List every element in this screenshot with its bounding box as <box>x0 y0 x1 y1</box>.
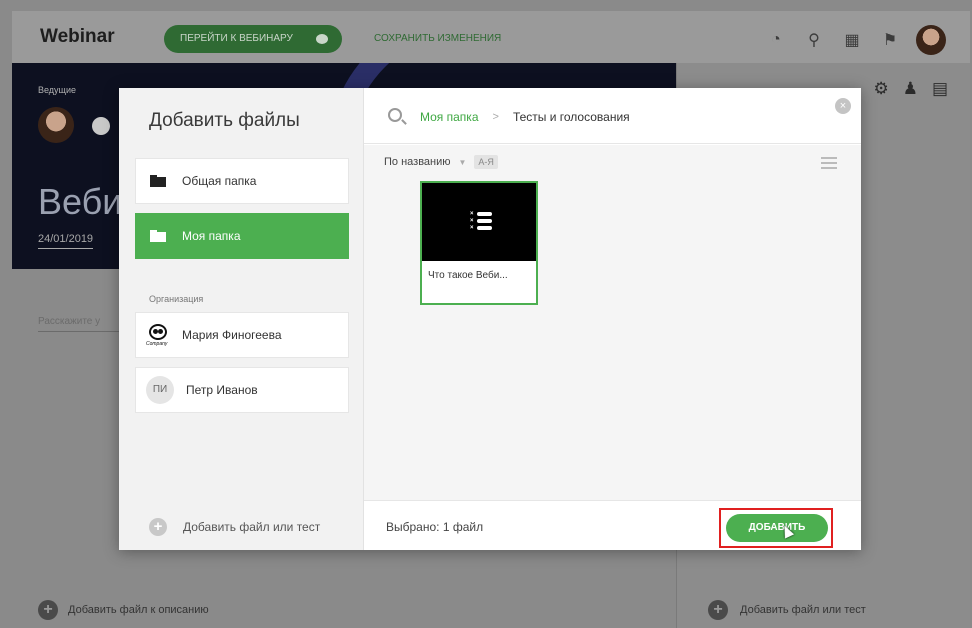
person-maria[interactable]: Company Мария Финогеева <box>135 312 349 358</box>
plus-icon: + <box>149 518 167 536</box>
gear-icon[interactable]: ⚙ <box>873 79 888 99</box>
add-file-or-test-panel-label: Добавить файл или тест <box>740 604 866 616</box>
add-file-to-description-label: Добавить файл к описанию <box>68 604 209 616</box>
go-to-webinar-label: ПЕРЕЙТИ К ВЕБИНАРУ <box>180 33 293 44</box>
sort-control[interactable]: По названию ▼ А-Я <box>384 155 498 169</box>
search-icon[interactable] <box>388 108 402 122</box>
file-area: По названию ▼ А-Я × × × Что такое Веби..… <box>364 145 861 500</box>
top-bar: Webinar ПЕРЕЙТИ К ВЕБИНАРУ СОХРАНИТЬ ИЗМ… <box>12 11 970 63</box>
right-panel-icons: ⚙ ♟ ▤ <box>873 79 948 99</box>
plus-icon: + <box>38 600 58 620</box>
folder-shared-label: Общая папка <box>182 174 257 188</box>
breadcrumb-separator: > <box>492 111 499 123</box>
folder-shared[interactable]: Общая папка <box>135 158 349 204</box>
modal-main: Моя папка > Тесты и голосования × По наз… <box>364 88 861 550</box>
close-button[interactable]: × <box>835 98 851 114</box>
speedometer-icon[interactable]: ◔ <box>764 28 788 52</box>
modal-sidebar: Добавить файлы Общая папка Моя папка Орг… <box>119 88 364 550</box>
user-avatar[interactable] <box>916 25 946 55</box>
description-field[interactable]: Расскажите у <box>38 316 128 332</box>
breadcrumb-current: Тесты и голосования <box>512 110 630 124</box>
person-petr[interactable]: ПИ Петр Иванов <box>135 367 349 413</box>
person-petr-label: Петр Иванов <box>186 383 258 397</box>
file-name: Что такое Веби... <box>428 270 508 281</box>
panda-avatar-text: Company <box>146 341 168 347</box>
panda-avatar-icon: Company <box>146 322 170 348</box>
plus-icon: + <box>708 600 728 620</box>
file-thumbnail: × × × <box>422 183 536 261</box>
top-icons: ◔ ⚲ ▦ ⚑ <box>764 25 946 55</box>
add-files-modal: Добавить файлы Общая папка Моя папка Орг… <box>119 88 861 550</box>
add-file-or-test-button[interactable]: + Добавить файл или тест <box>149 518 320 536</box>
breadcrumb-root[interactable]: Моя папка <box>420 110 479 124</box>
document-icon[interactable]: ▤ <box>932 79 948 99</box>
add-file-to-description[interactable]: + Добавить файл к описанию <box>38 600 209 620</box>
folder-my[interactable]: Моя папка <box>135 213 349 259</box>
person-icon[interactable]: ♟ <box>903 79 918 99</box>
host-avatar <box>38 107 74 143</box>
modal-footer: Выбрано: 1 файл ДОБАВИТЬ <box>364 500 861 550</box>
folder-my-label: Моя папка <box>182 229 241 243</box>
add-host-icon[interactable] <box>92 117 110 135</box>
add-file-or-test-label: Добавить файл или тест <box>183 520 321 534</box>
save-changes-link[interactable]: СОХРАНИТЬ ИЗМЕНЕНИЯ <box>374 33 501 44</box>
modal-header: Моя папка > Тесты и голосования × <box>364 88 861 144</box>
search-icon[interactable]: ⚲ <box>802 28 826 52</box>
brand-logo: Webinar <box>40 26 115 47</box>
add-button[interactable]: ДОБАВИТЬ <box>726 514 828 542</box>
selected-count: Выбрано: 1 файл <box>386 520 484 534</box>
modal-title: Добавить файлы <box>149 110 300 131</box>
go-to-webinar-button[interactable]: ПЕРЕЙТИ К ВЕБИНАРУ <box>164 25 342 53</box>
eye-icon <box>316 34 328 44</box>
sort-label: По названию <box>384 156 451 168</box>
shared-folder-icon <box>150 175 166 187</box>
initials-avatar: ПИ <box>146 376 174 404</box>
file-card[interactable]: × × × Что такое Веби... <box>420 181 538 305</box>
chevron-down-icon: ▼ <box>458 157 467 167</box>
grid-icon[interactable]: ▦ <box>840 28 864 52</box>
sort-order-badge[interactable]: А-Я <box>474 155 498 169</box>
breadcrumb: Моя папка > Тесты и голосования <box>420 110 630 124</box>
add-file-or-test-panel[interactable]: + Добавить файл или тест <box>708 600 866 620</box>
flag-icon[interactable]: ⚑ <box>878 28 902 52</box>
person-maria-label: Мария Финогеева <box>182 328 282 342</box>
webinar-date[interactable]: 24/01/2019 <box>38 233 94 249</box>
hosts-label: Ведущие <box>38 85 76 95</box>
list-view-icon[interactable] <box>821 157 837 172</box>
folder-icon <box>150 230 166 242</box>
organization-label: Организация <box>149 294 204 304</box>
quiz-icon: × × × <box>470 211 492 231</box>
webinar-title: Веби <box>38 181 123 222</box>
